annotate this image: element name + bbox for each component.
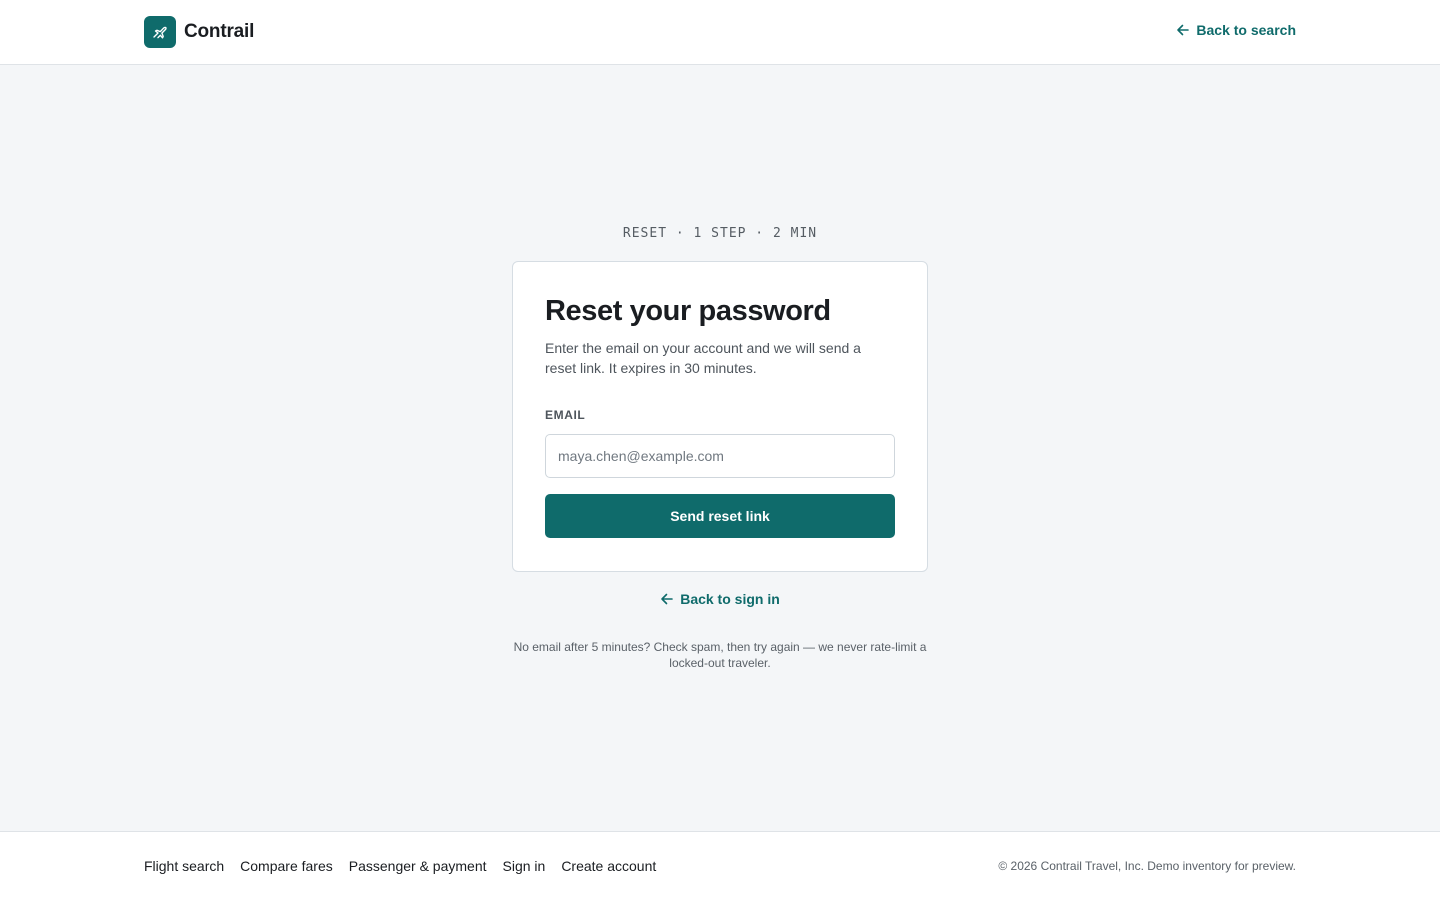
page-title: Reset your password — [545, 295, 831, 327]
step-eyebrow: RESET · 1 STEP · 2 MIN — [622, 226, 818, 241]
help-note: No email after 5 minutes? Check spam, th… — [513, 640, 927, 670]
email-label: EMAIL — [545, 408, 586, 422]
back-to-search-link[interactable]: Back to search — [1176, 22, 1296, 38]
copyright: © 2026 Contrail Travel, Inc. Demo invent… — [998, 859, 1296, 873]
brand[interactable]: Contrail — [144, 16, 254, 48]
footer-link-create-account[interactable]: Create account — [561, 858, 656, 874]
back-to-sign-in-label: Back to sign in — [680, 591, 780, 607]
footer-link-flight-search[interactable]: Flight search — [144, 858, 224, 874]
back-to-search-label: Back to search — [1196, 22, 1296, 38]
footer-link-compare-fares[interactable]: Compare fares — [240, 858, 333, 874]
brand-name: Contrail — [184, 21, 255, 42]
send-reset-link-button[interactable]: Send reset link — [545, 494, 895, 538]
footer-nav: Flight search Compare fares Passenger & … — [144, 858, 656, 874]
footer-link-sign-in[interactable]: Sign in — [503, 858, 546, 874]
plane-icon — [144, 16, 176, 48]
arrow-left-icon — [661, 593, 674, 605]
footer-link-passenger-payment[interactable]: Passenger & payment — [349, 858, 487, 874]
top-header: Contrail Back to search — [0, 0, 1440, 65]
arrow-left-icon — [1177, 24, 1190, 36]
reset-card: Reset your password Enter the email on y… — [512, 261, 928, 572]
email-input[interactable] — [545, 434, 895, 478]
footer: Flight search Compare fares Passenger & … — [0, 831, 1440, 900]
back-to-sign-in-link[interactable]: Back to sign in — [0, 591, 1440, 607]
description: Enter the email on your account and we w… — [545, 340, 861, 376]
